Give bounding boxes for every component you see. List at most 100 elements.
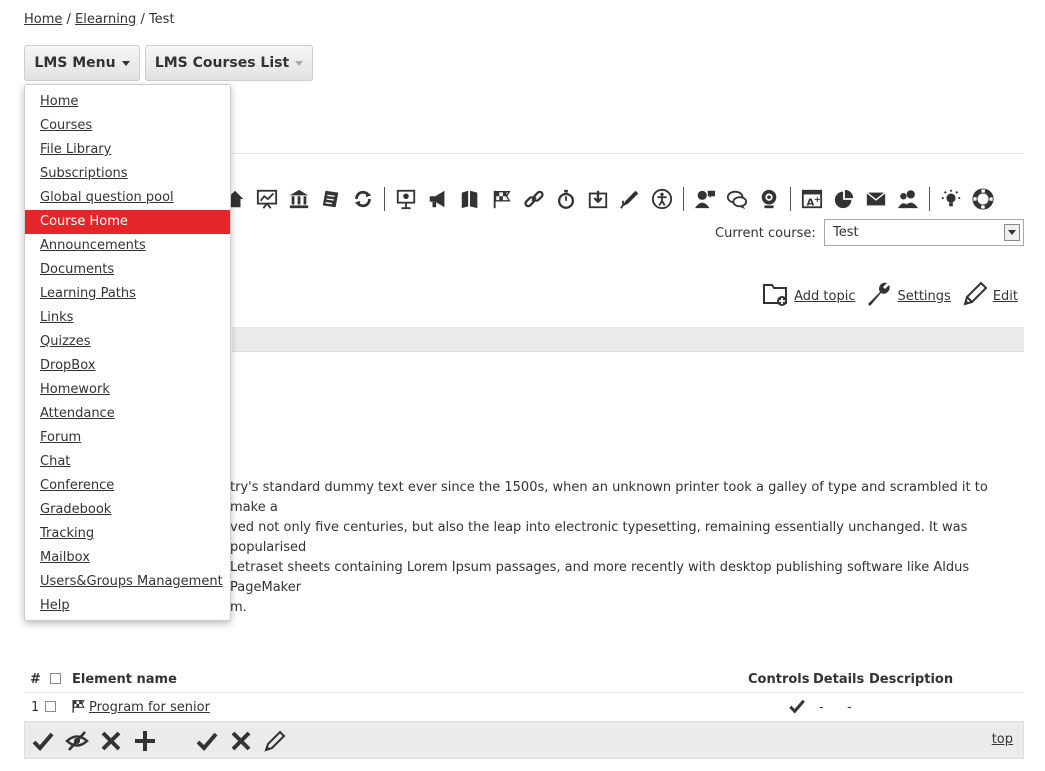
menu-item-home[interactable]: Home <box>25 90 230 114</box>
menu-item-courses[interactable]: Courses <box>25 114 230 138</box>
check-icon[interactable] <box>195 729 219 753</box>
menu-item-forum[interactable]: Forum <box>25 426 230 450</box>
menu-item-label[interactable]: Gradebook <box>40 502 111 517</box>
top-link[interactable]: top <box>992 732 1013 747</box>
refresh-icon[interactable] <box>350 186 376 212</box>
col-details: Details <box>813 672 865 687</box>
breadcrumb-elearning[interactable]: Elearning <box>75 12 136 27</box>
lms-menu-button[interactable]: LMS Menu <box>24 45 140 81</box>
check-icon[interactable] <box>31 729 55 753</box>
element-link[interactable]: Program for senior <box>89 700 210 715</box>
pencil-icon[interactable] <box>961 280 989 312</box>
checkered-flag-icon[interactable] <box>489 186 515 212</box>
col-controls: Controls <box>748 672 810 687</box>
add-folder-icon[interactable] <box>762 281 790 311</box>
menu-item-course-home[interactable]: Course Home <box>25 210 230 234</box>
link-icon[interactable] <box>521 186 547 212</box>
add-topic-link[interactable]: Add topic <box>794 289 855 304</box>
course-actions: Add topic Settings Edit <box>762 280 1024 312</box>
menu-item-label[interactable]: Learning Paths <box>40 286 136 301</box>
menu-item-label[interactable]: Conference <box>40 478 114 493</box>
menu-item-label[interactable]: Tracking <box>40 526 94 541</box>
accessibility-icon[interactable] <box>649 186 675 212</box>
caret-down-icon <box>295 60 304 66</box>
select-all-checkbox[interactable] <box>50 673 61 684</box>
menu-item-label[interactable]: Quizzes <box>40 334 91 349</box>
user-chat-icon[interactable] <box>692 186 718 212</box>
current-course-select[interactable]: Test <box>824 219 1024 246</box>
menu-item-label[interactable]: Attendance <box>40 406 115 421</box>
books-icon[interactable] <box>457 186 483 212</box>
menu-item-label[interactable]: Course Home <box>40 214 128 229</box>
col-description: Description <box>869 672 954 687</box>
board-icon[interactable] <box>393 186 419 212</box>
menu-item-file-library[interactable]: File Library <box>25 138 230 162</box>
stopwatch-icon[interactable] <box>553 186 579 212</box>
webcam-icon[interactable] <box>756 186 782 212</box>
menu-item-global-question-pool[interactable]: Global question pool <box>25 186 230 210</box>
wrench-icon[interactable] <box>865 280 893 312</box>
menu-item-mailbox[interactable]: Mailbox <box>25 546 230 570</box>
settings-link[interactable]: Settings <box>897 289 950 304</box>
pie-chart-icon[interactable] <box>831 186 857 212</box>
menu-item-label[interactable]: Links <box>40 310 73 325</box>
lightbulb-icon[interactable] <box>938 186 964 212</box>
chat-bubbles-icon[interactable] <box>724 186 750 212</box>
menu-item-label[interactable]: Chat <box>40 454 70 469</box>
dropdown-arrow-icon[interactable] <box>1004 224 1020 241</box>
menu-item-label[interactable]: Help <box>40 598 70 613</box>
menu-item-label[interactable]: Global question pool <box>40 190 174 205</box>
menu-item-label[interactable]: Subscriptions <box>40 166 128 181</box>
menu-item-tracking[interactable]: Tracking <box>25 522 230 546</box>
row-description: - <box>847 700 852 715</box>
eye-slash-icon[interactable] <box>65 729 89 753</box>
lifebuoy-icon[interactable] <box>970 186 996 212</box>
menu-item-label[interactable]: Forum <box>40 430 81 445</box>
menu-item-label[interactable]: File Library <box>40 142 111 157</box>
users-icon[interactable] <box>895 186 921 212</box>
menu-item-label[interactable]: Home <box>40 94 78 109</box>
row-checkbox[interactable] <box>45 701 56 712</box>
plus-icon[interactable] <box>133 729 157 753</box>
menu-item-label[interactable]: Documents <box>40 262 114 277</box>
menu-item-announcements[interactable]: Announcements <box>25 234 230 258</box>
notepad-icon[interactable] <box>318 186 344 212</box>
breadcrumb-home[interactable]: Home <box>24 12 62 27</box>
lms-courses-list-button[interactable]: LMS Courses List <box>145 45 313 81</box>
grade-icon[interactable]: A + <box>799 186 825 212</box>
menu-item-homework[interactable]: Homework <box>25 378 230 402</box>
menu-item-documents[interactable]: Documents <box>25 258 230 282</box>
bank-icon[interactable] <box>286 186 312 212</box>
menu-item-chat[interactable]: Chat <box>25 450 230 474</box>
menu-item-dropbox[interactable]: DropBox <box>25 354 230 378</box>
menu-item-label[interactable]: Users&Groups Management <box>40 574 223 589</box>
mail-icon[interactable] <box>863 186 889 212</box>
menu-item-gradebook[interactable]: Gradebook <box>25 498 230 522</box>
menu-item-quizzes[interactable]: Quizzes <box>25 330 230 354</box>
menu-item-attendance[interactable]: Attendance <box>25 402 230 426</box>
menu-item-label[interactable]: Announcements <box>40 238 146 253</box>
menu-item-help[interactable]: Help <box>25 594 230 618</box>
pencil-icon[interactable] <box>263 729 287 753</box>
menu-item-label[interactable]: Courses <box>40 118 92 133</box>
current-course-label: Current course: <box>715 226 816 241</box>
current-course-value: Test <box>833 225 859 240</box>
menu-item-label[interactable]: Homework <box>40 382 110 397</box>
pen-icon[interactable] <box>617 186 643 212</box>
presentation-chart-icon[interactable] <box>254 186 280 212</box>
menu-item-learning-paths[interactable]: Learning Paths <box>25 282 230 306</box>
menu-item-label[interactable]: DropBox <box>40 358 95 373</box>
row-num: 1 <box>31 700 40 715</box>
edit-link[interactable]: Edit <box>993 289 1018 304</box>
menu-item-users-groups-management[interactable]: Users&Groups Management <box>25 570 230 594</box>
menu-item-label[interactable]: Mailbox <box>40 550 90 565</box>
menu-item-conference[interactable]: Conference <box>25 474 230 498</box>
cross-icon[interactable] <box>99 729 123 753</box>
megaphone-icon[interactable] <box>425 186 451 212</box>
visible-check-icon[interactable] <box>788 697 806 719</box>
menu-item-subscriptions[interactable]: Subscriptions <box>25 162 230 186</box>
toolbar-separator <box>929 187 930 211</box>
menu-item-links[interactable]: Links <box>25 306 230 330</box>
cross-icon[interactable] <box>229 729 253 753</box>
download-folder-icon[interactable] <box>585 186 611 212</box>
